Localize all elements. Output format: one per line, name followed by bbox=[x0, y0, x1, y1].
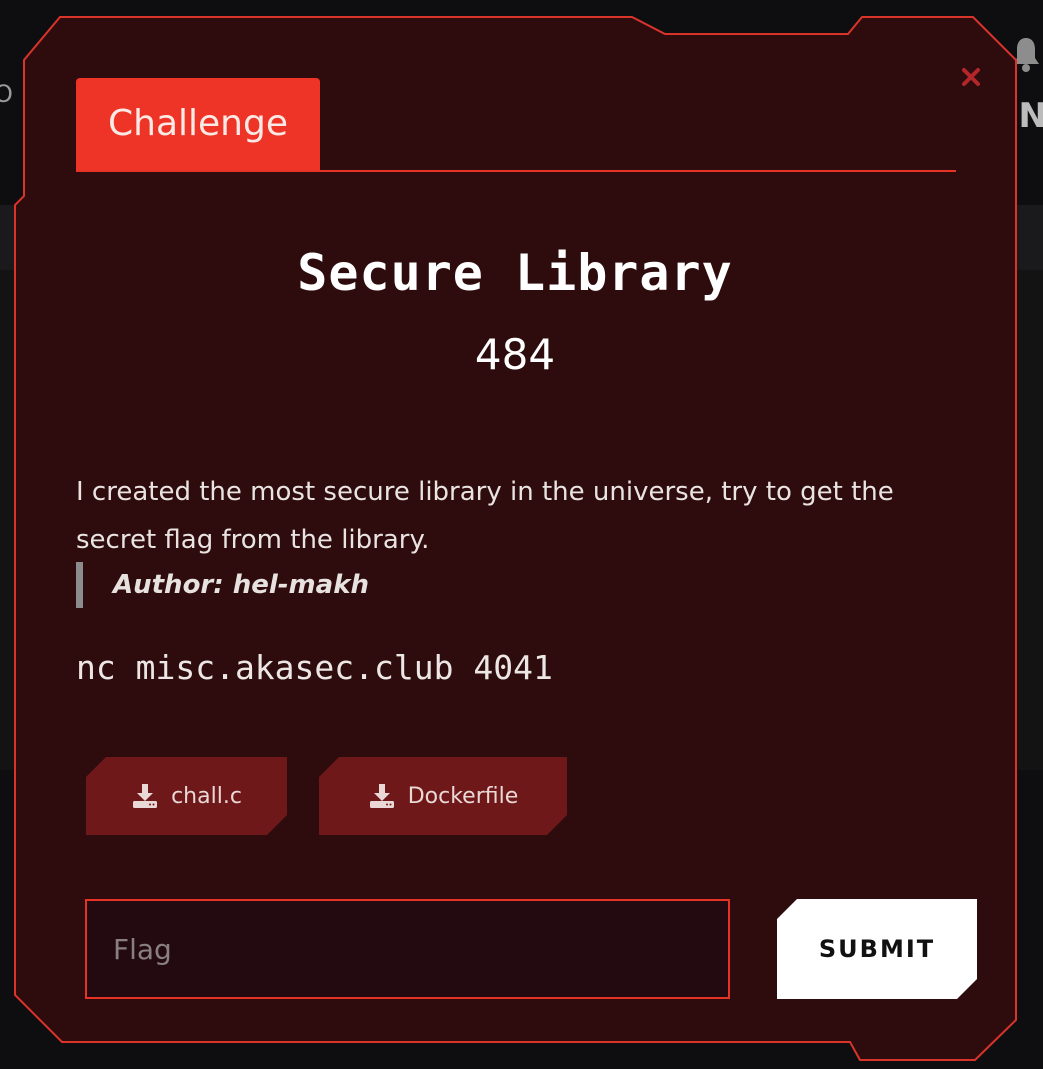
download-icon bbox=[131, 782, 159, 810]
file-label: Dockerfile bbox=[407, 783, 519, 809]
download-dockerfile-button[interactable]: Dockerfile bbox=[319, 757, 567, 835]
file-label: chall.c bbox=[171, 783, 242, 809]
close-x-icon[interactable] bbox=[956, 62, 986, 92]
author-blockquote: Author: hel-makh bbox=[76, 562, 369, 608]
submit-button[interactable]: SUBMIT bbox=[777, 899, 977, 999]
download-chall-c-button[interactable]: chall.c bbox=[86, 757, 287, 835]
author-text: Author: hel-makh bbox=[113, 570, 369, 600]
connection-command: nc misc.akasec.club 4041 bbox=[76, 648, 553, 687]
challenge-modal: Challenge Secure Library 484 I created t… bbox=[0, 0, 1043, 1069]
download-icon bbox=[368, 782, 396, 810]
tab-challenge[interactable]: Challenge bbox=[76, 78, 320, 170]
challenge-points: 484 bbox=[474, 330, 556, 379]
challenge-title: Secure Library bbox=[297, 244, 733, 302]
challenge-description: I created the most secure library in the… bbox=[76, 477, 894, 555]
flag-input[interactable] bbox=[85, 899, 730, 999]
modal-tab-bar: Challenge bbox=[76, 78, 956, 172]
